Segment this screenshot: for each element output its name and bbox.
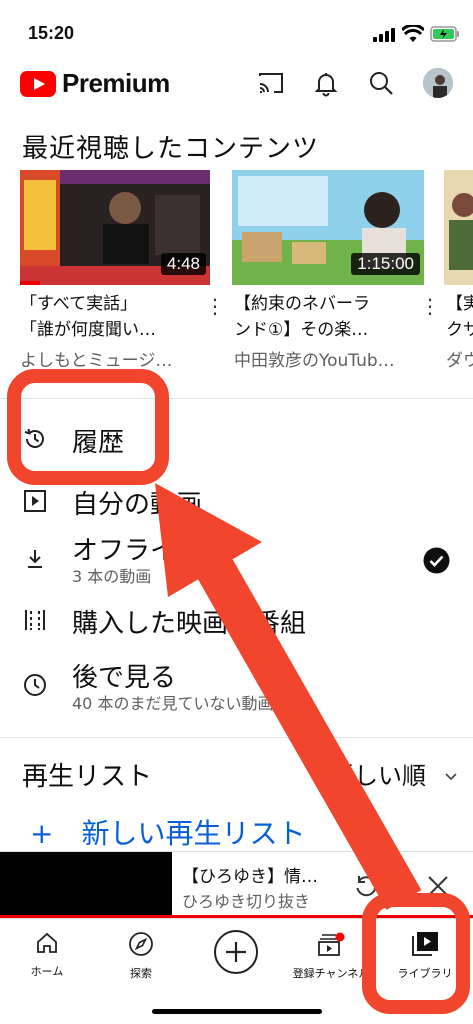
notifications-bell-icon[interactable]: [311, 68, 341, 98]
home-icon: [37, 932, 57, 953]
download-icon: [28, 550, 42, 568]
youtube-premium-logo[interactable]: Premium: [20, 68, 170, 99]
sort-dropdown[interactable]: 新しい順: [330, 756, 458, 791]
video-title-line[interactable]: 「すべて実話」: [20, 292, 210, 317]
avatar-image: [423, 68, 453, 98]
video-thumbnail-1[interactable]: 4:48: [20, 170, 210, 285]
purchases-film-icon: [25, 610, 45, 630]
nav-home-label: ホーム: [30, 965, 64, 978]
nav-home[interactable]: ホーム: [2, 931, 92, 979]
more-options-icon[interactable]: ⋮: [205, 294, 225, 318]
my-videos-icon: [24, 490, 46, 512]
watch-later-clock-icon: [24, 674, 46, 696]
search-icon[interactable]: [366, 68, 396, 98]
nav-create[interactable]: [191, 929, 281, 979]
wifi-icon: [402, 25, 424, 42]
sort-label: 新しい順: [330, 762, 426, 790]
video-title-line[interactable]: ンド①】その楽…: [234, 318, 424, 343]
video-channel: 中田敦彦のYouTub…: [234, 351, 395, 371]
purchases-label: 購入した映画と番組: [72, 609, 307, 639]
watch-later-count: 40 本のまだ見ていない動画: [72, 694, 274, 713]
annotation-highlight-history: [7, 369, 169, 485]
video-thumbnail-2[interactable]: 1:15:00: [232, 170, 424, 285]
annotation-highlight-library: [362, 893, 470, 1014]
video-title-line[interactable]: 【約束のネバーラ: [234, 292, 424, 317]
playlists-title: 再生リスト: [22, 762, 153, 792]
nav-explore-label: 探索: [130, 967, 152, 980]
offline-label: オフライン: [72, 536, 203, 566]
mini-player-title: 【ひろゆき】情…: [182, 867, 318, 887]
mini-player-channel: ひろゆき切り抜き: [182, 892, 311, 911]
my-videos-label: 自分の動画: [72, 490, 203, 520]
video-channel: ダウ: [446, 351, 473, 371]
recent-section-title: 最近視聴したコンテンツ: [22, 134, 320, 164]
brand-text: Premium: [62, 68, 170, 98]
downloaded-check-icon: [423, 547, 450, 574]
video-title-line[interactable]: 「誰が何度聞い…: [20, 318, 210, 343]
video-title-line[interactable]: クサ: [446, 318, 473, 343]
status-bar: 15:20: [0, 0, 473, 60]
video-duration: 4:48: [160, 253, 206, 275]
battery-icon: [430, 26, 459, 42]
video-thumbnail-3[interactable]: [444, 170, 473, 285]
thumbnail-image: [444, 170, 473, 285]
video-channel: よしもとミュージ…: [20, 351, 173, 371]
watch-later-label: 後で見る: [72, 663, 177, 693]
subscriptions-icon: [318, 932, 345, 956]
create-plus-icon: [214, 930, 258, 974]
status-time: 15:20: [28, 23, 75, 43]
new-playlist-label: 新しい再生リスト: [81, 817, 306, 850]
new-playlist-button[interactable]: + 新しい再生リスト: [30, 812, 305, 852]
cast-icon[interactable]: [256, 68, 286, 98]
account-avatar[interactable]: [423, 68, 453, 98]
offline-count: 3 本の動画: [72, 567, 152, 586]
chevron-down-icon: [445, 773, 457, 781]
youtube-logo-icon: [20, 70, 56, 97]
nav-explore[interactable]: 探索: [96, 931, 186, 981]
home-indicator: [152, 1009, 322, 1014]
video-duration: 1:15:00: [351, 253, 420, 275]
more-options-icon[interactable]: ⋮: [420, 294, 440, 318]
section-divider: [0, 737, 473, 738]
watch-progress-bar: [20, 281, 40, 285]
compass-icon: [129, 932, 153, 956]
signal-icon: [373, 28, 395, 42]
mini-player-video[interactable]: [0, 852, 172, 919]
video-title-line[interactable]: 【実: [446, 292, 473, 317]
plus-icon: +: [30, 817, 54, 850]
